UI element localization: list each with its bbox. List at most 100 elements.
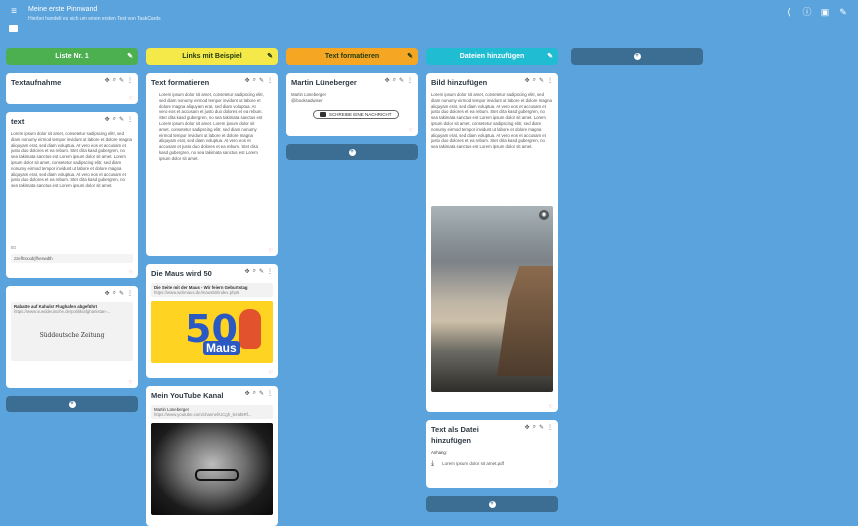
plus-icon: + <box>68 400 76 408</box>
portrait-photo <box>151 423 273 515</box>
more-icon[interactable]: ⋮ <box>127 290 133 297</box>
card-text-formatieren[interactable]: Text formatieren ✥ ⌕ ✎ ⋮ Lorem ipsum dolor … <box>146 73 278 256</box>
edit-icon[interactable]: ✎ <box>838 7 848 17</box>
move-icon[interactable]: ✥ <box>105 116 110 123</box>
info-icon[interactable]: ⓘ <box>802 7 812 17</box>
attachment-label: Anhang: <box>431 450 448 455</box>
glasses <box>195 469 239 481</box>
more-icon[interactable]: ⋮ <box>547 424 553 431</box>
more-icon[interactable]: ⋮ <box>267 77 273 84</box>
move-icon[interactable]: ✥ <box>245 390 250 397</box>
column-text-formatieren: Text formatieren ✎ Martin Lüneberger ✥ ⌕ ✎… <box>286 48 418 160</box>
more-icon[interactable]: ⋮ <box>127 116 133 123</box>
download-icon[interactable]: ⤓ <box>431 460 434 468</box>
card-text[interactable]: text ✥ ⌕ ✎ ⋮ Lorem ipsum dolor sit amet, co… <box>6 112 138 278</box>
add-column-button[interactable]: + <box>571 48 703 65</box>
card-text-als-datei[interactable]: Text als Datei hinzufügen ✥ ⌕ ✎ ⋮ Anhang: ⤓… <box>426 420 558 488</box>
image-logo-text: Maus <box>203 341 240 355</box>
column-header[interactable]: Dateien hinzufügen ✎ <box>426 48 558 65</box>
move-icon[interactable]: ✥ <box>105 290 110 297</box>
column-title: Links mit Beispiel <box>182 53 242 60</box>
link-url: https://www.sueddeutsche.de/politik/afgh… <box>14 309 111 314</box>
search-icon[interactable]: ⌕ <box>253 390 256 397</box>
edit-icon[interactable]: ✎ <box>267 52 273 60</box>
link-preview[interactable]: Die Seite mit der Maus - Wir feiern Gebu… <box>151 283 273 297</box>
move-icon[interactable]: ✥ <box>525 77 530 84</box>
send-message-button[interactable]: SCHREIBE EINE NACHRICHT <box>313 109 399 119</box>
edit-icon[interactable]: ✎ <box>547 52 553 60</box>
heart-icon[interactable]: ♡ <box>129 96 133 102</box>
card-body: Lorem ipsum dolor sit amet, consetetur s… <box>431 92 552 150</box>
heart-icon[interactable]: ♡ <box>129 270 133 276</box>
search-icon[interactable]: ⌕ <box>113 77 116 84</box>
move-icon[interactable]: ✥ <box>385 77 390 84</box>
more-icon[interactable]: ⋮ <box>407 77 413 84</box>
header-actions: ⟨ ⓘ ▣ ✎ <box>784 7 848 17</box>
card-link-sz[interactable]: ✥ ⌕ ✎ ⋮ Rabatte auf Kahuls! Flughafen abgef… <box>6 286 138 388</box>
card-tools: ✥ ⌕ ✎ ⋮ <box>245 390 273 397</box>
edit-icon[interactable]: ✎ <box>259 268 264 275</box>
board-icon[interactable] <box>9 25 18 32</box>
search-icon[interactable]: ⌕ <box>533 77 536 84</box>
card-martin-lueneberger[interactable]: Martin Lüneberger ✥ ⌕ ✎ ⋮ Martin Lüneberger… <box>286 73 418 136</box>
card-die-maus-wird-50[interactable]: Die Maus wird 50 ✥ ⌕ ✎ ⋮ Die Seite mit der … <box>146 264 278 378</box>
move-icon[interactable]: ✥ <box>525 424 530 431</box>
search-icon[interactable]: ⌕ <box>113 290 116 297</box>
attachment-file[interactable]: Lorem ipsum dolor sit amet.pdf <box>442 461 504 466</box>
link-preview[interactable]: Martin Lüneberger https://www.youtube.co… <box>151 405 273 419</box>
card-youtube-kanal[interactable]: Mein YouTube Kanal ✥ ⌕ ✎ ⋮ Martin Lüneberge… <box>146 386 278 526</box>
heart-icon[interactable]: ♡ <box>269 370 273 376</box>
view-icon[interactable]: ▣ <box>820 7 830 17</box>
edit-icon[interactable]: ✎ <box>259 77 264 84</box>
cliff <box>497 266 553 376</box>
heart-icon[interactable]: ♡ <box>269 248 273 254</box>
eye-icon[interactable]: ◉ <box>539 210 549 220</box>
edit-icon[interactable]: ✎ <box>407 52 413 60</box>
edit-icon[interactable]: ✎ <box>127 52 133 60</box>
edit-icon[interactable]: ✎ <box>119 116 124 123</box>
edit-icon[interactable]: ✎ <box>119 77 124 84</box>
move-icon[interactable]: ✥ <box>105 77 110 84</box>
search-icon[interactable]: ⌕ <box>113 116 116 123</box>
column-liste-nr-1: Liste Nr. 1 ✎ Textaufnahme ✥ ⌕ ✎ ⋮ ♡ text ✥… <box>6 48 138 412</box>
column-header[interactable]: Text formatieren ✎ <box>286 48 418 65</box>
search-icon[interactable]: ⌕ <box>393 77 396 84</box>
column-title: Dateien hinzufügen <box>459 53 525 60</box>
more-icon[interactable]: ⋮ <box>127 77 133 84</box>
search-icon[interactable]: ⌕ <box>533 424 536 431</box>
move-icon[interactable]: ✥ <box>245 77 250 84</box>
edit-icon[interactable]: ✎ <box>119 290 124 297</box>
add-card-button[interactable]: + <box>6 396 138 412</box>
search-icon[interactable]: ⌕ <box>253 77 256 84</box>
edit-icon[interactable]: ✎ <box>539 77 544 84</box>
edit-icon[interactable]: ✎ <box>539 424 544 431</box>
add-card-button[interactable]: + <box>286 144 418 160</box>
edit-icon[interactable]: ✎ <box>259 390 264 397</box>
share-icon[interactable]: ⟨ <box>784 7 794 17</box>
heart-icon[interactable]: ♡ <box>129 380 133 386</box>
heart-icon[interactable]: ♡ <box>409 128 413 134</box>
link-preview[interactable]: Rabatte auf Kahuls! Flughafen abgeführt … <box>11 302 133 361</box>
column-header[interactable]: Liste Nr. 1 ✎ <box>6 48 138 65</box>
more-icon[interactable]: ⋮ <box>267 268 273 275</box>
column-header[interactable]: Links mit Beispiel ✎ <box>146 48 278 65</box>
card-tools: ✥ ⌕ ✎ ⋮ <box>385 77 413 84</box>
board-title: Meine erste Pinnwand <box>28 6 98 13</box>
link-source: Süddeutsche Zeitung <box>39 332 105 339</box>
more-icon[interactable]: ⋮ <box>267 390 273 397</box>
coastline-photo: ◉ <box>431 206 553 392</box>
plus-icon: + <box>348 148 356 156</box>
edit-icon[interactable]: ✎ <box>399 77 404 84</box>
link-url: https://www.youtube.com/channel/UCgh_lsH… <box>154 412 252 417</box>
add-card-button[interactable]: + <box>426 496 558 512</box>
attachment-row[interactable]: ⤓ Lorem ipsum dolor sit amet.pdf <box>431 460 553 468</box>
card-bild-hinzufuegen[interactable]: Bild hinzufügen ✥ ⌕ ✎ ⋮ Lorem ipsum dolor s… <box>426 73 558 412</box>
plus-icon: + <box>633 53 641 60</box>
heart-icon[interactable]: ♡ <box>549 404 553 410</box>
more-icon[interactable]: ⋮ <box>547 77 553 84</box>
menu-icon[interactable]: ≡ <box>9 7 19 17</box>
card-textaufnahme[interactable]: Textaufnahme ✥ ⌕ ✎ ⋮ ♡ <box>6 73 138 104</box>
move-icon[interactable]: ✥ <box>245 268 250 275</box>
heart-icon[interactable]: ♡ <box>549 480 553 486</box>
search-icon[interactable]: ⌕ <box>253 268 256 275</box>
